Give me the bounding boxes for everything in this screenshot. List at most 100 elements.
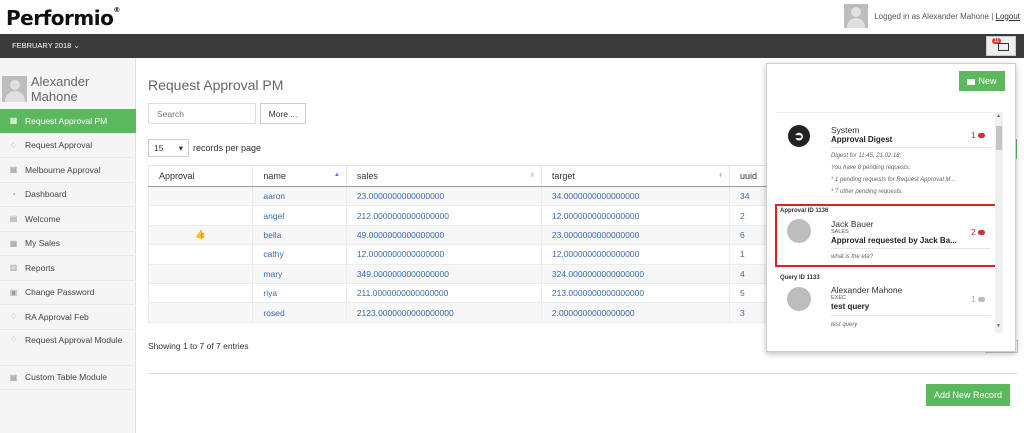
sidebar-item-welcome[interactable]: ▤ Welcome (0, 207, 136, 232)
uuid-cell[interactable]: 2 (728, 205, 769, 226)
approval-cell[interactable] (147, 263, 254, 284)
uuid-cell[interactable]: 34 (728, 185, 769, 207)
approval-cell[interactable] (147, 302, 254, 323)
sidebar-item-my-sales[interactable]: ▦ My Sales (0, 232, 136, 256)
sidebar-item-melbourne-approval[interactable]: ▦ Melbourne Approval (0, 158, 136, 183)
sidebar-item-change-password[interactable]: ▣ Change Password (0, 281, 136, 305)
target-cell[interactable]: 12.0000000000000000 (540, 244, 730, 265)
approval-cell[interactable] (147, 185, 254, 207)
add-new-record-button[interactable]: Add New Record (926, 384, 1010, 406)
table-row[interactable]: aaron 23.0000000000000000 34.0000000000000… (147, 185, 769, 207)
sidebar-item-ra-approval-feb[interactable]: ♢ RA Approval Feb (0, 305, 136, 330)
performio-logo[interactable]: Performio® (6, 6, 120, 30)
sales-cell[interactable]: 2123.0000000000000000 (345, 302, 542, 323)
name-cell[interactable]: cathy (252, 244, 347, 265)
sender-name: Alexander Mahone (831, 285, 903, 295)
logout-link[interactable]: Logout (996, 12, 1020, 21)
sidebar-item-label: Request Approval Module (25, 334, 123, 345)
messages-button[interactable]: 11 (986, 36, 1016, 56)
sidebar-item-label: Dashboard (25, 189, 67, 200)
table-row[interactable]: cathy 12.0000000000000000 12.0000000000000… (147, 244, 769, 265)
bar-chart-icon: ▥ (9, 263, 18, 273)
approval-cell[interactable] (147, 282, 254, 304)
col-name-label: name (263, 171, 286, 181)
sidebar-item-request-approval-pm[interactable]: ▦ Request Approval PM (0, 109, 136, 134)
name-cell[interactable]: mary (252, 263, 347, 284)
sidebar-user: Alexander Mahone (2, 74, 135, 104)
target-cell[interactable]: 12.0000000000000000 (540, 205, 730, 226)
target-cell[interactable]: 2.0000000000000000 (540, 302, 730, 323)
uuid-cell[interactable]: 5 (728, 282, 769, 304)
digest-line: * 1 pending requests for Request Approva… (831, 177, 956, 183)
table-row[interactable]: angel 212.0000000000000000 12.000000000000… (147, 205, 769, 226)
approval-cell[interactable]: 👍 (147, 224, 254, 246)
digest-line: Digest for 11:45, 21.02.18: (831, 153, 902, 159)
name-cell[interactable]: aaron (252, 185, 347, 207)
sales-cell[interactable]: 49.0000000000000000 (345, 224, 542, 246)
sort-icon: ⬍ (529, 173, 535, 179)
sales-cell[interactable]: 211.0000000000000000 (345, 282, 542, 304)
grid-icon: ▦ (9, 238, 18, 248)
digest-line: You have 8 pending requests. (831, 165, 911, 171)
envelope-icon (967, 78, 976, 85)
table-row[interactable]: riya 211.0000000000000000 213.000000000000… (147, 282, 769, 304)
grid-icon: ▦ (9, 165, 18, 175)
sidebar-item-request-approval-module[interactable]: ♢ Request Approval Module (0, 330, 136, 366)
target-cell[interactable]: 213.0000000000000000 (540, 282, 730, 304)
approval-cell[interactable] (147, 205, 254, 226)
name-cell[interactable]: rosed (252, 302, 347, 323)
period-selector[interactable]: FEBRUARY 2018 ⌄ (12, 41, 80, 50)
search-input[interactable] (148, 103, 256, 124)
name-cell[interactable]: angel (252, 205, 347, 226)
sales-cell[interactable]: 12.0000000000000000 (345, 244, 542, 265)
approval-cell[interactable] (147, 244, 254, 265)
scrollbar-thumb[interactable] (996, 126, 1002, 150)
table-row[interactable]: mary 349.0000000000000000 324.000000000000… (147, 263, 769, 284)
sales-cell[interactable]: 349.0000000000000000 (345, 263, 542, 284)
uuid-cell[interactable]: 3 (728, 302, 769, 323)
sidebar-item-reports[interactable]: ▥ Reports (0, 256, 136, 281)
table-info: Showing 1 to 7 of 7 entries (148, 341, 249, 351)
page-length-select[interactable]: 15 ▾ (148, 139, 189, 157)
target-cell[interactable]: 34.0000000000000000 (540, 185, 730, 207)
sidebar-item-request-approval[interactable]: ♢ Request Approval (0, 134, 136, 158)
count-value: 1 (971, 294, 976, 304)
dashboard-icon: ◔ (11, 189, 16, 199)
col-sales[interactable]: sales ⬍ (345, 165, 542, 187)
message-count: 1 (971, 294, 985, 304)
name-cell[interactable]: riya (252, 282, 347, 304)
table-row[interactable]: rosed 2123.0000000000000000 2.000000000000… (147, 302, 769, 323)
target-cell[interactable]: 324.0000000000000000 (540, 263, 730, 284)
col-name[interactable]: name ▲ (252, 165, 347, 187)
sales-cell[interactable]: 212.0000000000000000 (345, 205, 542, 226)
scroll-up-icon[interactable]: ▲ (996, 113, 1001, 119)
col-uuid[interactable]: uuid (728, 165, 769, 187)
col-approval[interactable]: Approval (147, 165, 254, 187)
sidebar-item-dashboard[interactable]: ◔ Dashboard (0, 183, 136, 207)
user-info: Logged in as Alexander Mahone | Logout (844, 4, 1020, 28)
page-length-control: 15 ▾ records per page (148, 139, 261, 157)
notification-subject: Approval Digest (831, 135, 893, 144)
col-target[interactable]: target ⬍ (540, 165, 730, 187)
target-cell[interactable]: 23.0000000000000000 (540, 224, 730, 246)
chevron-down-icon: ⌄ (73, 41, 80, 50)
table-row[interactable]: 👍 bella 49.0000000000000000 23.000000000000… (147, 224, 769, 246)
notification-scrollbar[interactable]: ▲ ▼ (995, 112, 1003, 333)
uuid-cell[interactable]: 6 (728, 224, 769, 246)
sidebar-item-custom-table-module[interactable]: ▦ Custom Table Module (0, 366, 136, 390)
scroll-down-icon[interactable]: ▼ (996, 323, 1001, 329)
more-button[interactable]: More ... (260, 103, 306, 124)
sidebar-item-label: Welcome (25, 213, 61, 224)
uuid-cell[interactable]: 1 (728, 244, 769, 265)
sidebar-item-label: RA Approval Feb (25, 311, 89, 322)
highlight-box (775, 204, 1001, 267)
query-id-label: Query ID 1133 (780, 275, 820, 281)
new-message-button[interactable]: New (959, 71, 1005, 91)
sales-cell[interactable]: 23.0000000000000000 (345, 185, 542, 207)
new-label: New (978, 76, 997, 86)
uuid-cell[interactable]: 4 (728, 263, 769, 284)
sidebar-item-label: Melbourne Approval (25, 164, 101, 175)
message-count: 1 (971, 130, 985, 140)
col-target-label: target (551, 171, 575, 181)
name-cell[interactable]: bella (252, 224, 347, 246)
